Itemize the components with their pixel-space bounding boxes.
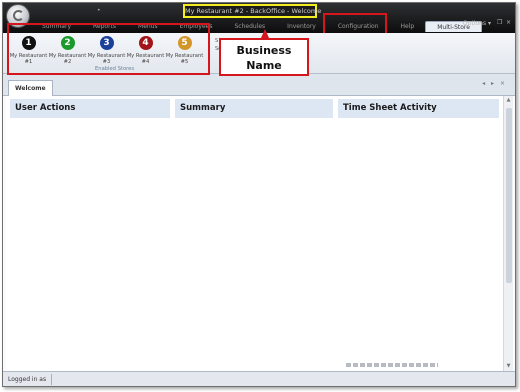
close-icon[interactable]: ×: [506, 20, 512, 26]
callout-line1: Business: [236, 44, 292, 57]
scroll-up-icon[interactable]: ▲: [505, 97, 512, 105]
status-divider: [51, 374, 52, 385]
status-bar: Logged in as: [3, 371, 515, 386]
options-menu[interactable]: Options ▾: [463, 20, 491, 27]
tab-inventory[interactable]: Inventory: [276, 21, 327, 32]
stores-group-highlight: [7, 23, 210, 75]
app-logo-icon: [13, 10, 24, 21]
business-name-callout: Business Name: [219, 38, 309, 76]
quick-access-icon[interactable]: •: [97, 7, 101, 14]
scroll-thumb[interactable]: [506, 108, 512, 283]
tab-welcome[interactable]: Welcome: [8, 80, 53, 96]
scroll-down-icon[interactable]: ▼: [505, 363, 512, 371]
document-tab-strip: Welcome ◂ ▸ ×: [3, 74, 515, 96]
welcome-content: User Actions Summary Time Sheet Activity: [6, 96, 503, 372]
tab-help[interactable]: Help: [390, 21, 426, 32]
user-actions-header: User Actions: [10, 99, 170, 118]
window-controls: – ❐ ×: [488, 20, 512, 26]
logged-in-status: Logged in as: [8, 376, 47, 383]
time-sheet-header: Time Sheet Activity: [338, 99, 499, 118]
vertical-scrollbar[interactable]: ▲ ▼: [503, 96, 513, 372]
summary-header: Summary: [175, 99, 333, 118]
document-strip-controls[interactable]: ◂ ▸ ×: [482, 80, 507, 87]
window-title-highlight: My Restaurant #2 - BackOffice - Welcome: [183, 4, 322, 18]
minimize-icon[interactable]: –: [488, 20, 494, 26]
window-title: My Restaurant #2 - BackOffice - Welcome: [185, 7, 322, 15]
faded-text: [346, 363, 438, 367]
callout-line2: Name: [246, 59, 282, 72]
restore-icon[interactable]: ❐: [497, 20, 503, 26]
app-window: • My Restaurant #2 - BackOffice - Welcom…: [2, 2, 516, 387]
callout-arrow-icon: [261, 29, 269, 38]
